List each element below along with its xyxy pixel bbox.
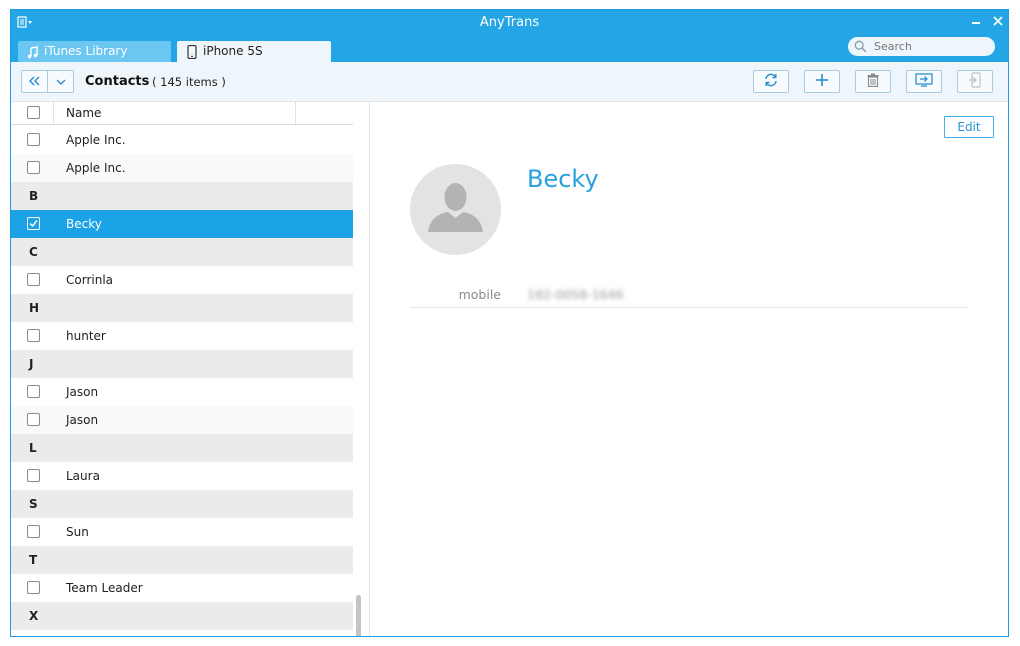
add-icon: [815, 73, 829, 90]
toolbar: Contacts ( 145 items ): [11, 62, 1008, 102]
section-header: T: [11, 546, 353, 574]
section-letter: X: [29, 609, 39, 623]
contact-name-label: Laura: [66, 469, 100, 483]
window-title: AnyTrans: [479, 15, 540, 30]
section-header: H: [11, 294, 353, 322]
tab-iphone-5s[interactable]: iPhone 5S: [177, 41, 331, 62]
section-header: B: [11, 182, 353, 210]
column-divider: [295, 102, 296, 124]
tab-itunes-library[interactable]: iTunes Library: [18, 41, 171, 62]
section-header: L: [11, 434, 353, 462]
app-window: AnyTrans iTunes Library iPhone 5S Search…: [10, 9, 1009, 637]
category-dropdown[interactable]: [48, 71, 74, 92]
search-icon: [854, 40, 867, 53]
section-header: S: [11, 490, 353, 518]
row-checkbox[interactable]: [27, 469, 40, 482]
section-letter: L: [29, 441, 37, 455]
contact-row[interactable]: Apple Inc.: [11, 154, 353, 182]
minimize-button[interactable]: [969, 14, 983, 28]
tab-label: iTunes Library: [44, 44, 128, 58]
contact-name-label: Apple Inc.: [66, 133, 126, 147]
checkmark-icon: [29, 220, 38, 228]
contact-name-label: Jason: [66, 385, 99, 399]
iphone-icon: [186, 44, 198, 60]
double-chevron-left-icon: [28, 75, 41, 89]
row-checkbox[interactable]: [27, 217, 40, 230]
column-header-name[interactable]: Name: [66, 106, 101, 120]
section-header: C: [11, 238, 353, 266]
edit-button[interactable]: Edit: [944, 116, 994, 138]
person-icon: [410, 183, 501, 255]
field-label-mobile: mobile: [458, 287, 501, 302]
section-header: X: [11, 602, 353, 630]
scrollbar-thumb[interactable]: [356, 595, 361, 636]
list-header: Name: [11, 102, 353, 125]
contact-name-label: Corrinla: [66, 273, 114, 287]
row-checkbox[interactable]: [27, 413, 40, 426]
delete-icon: [867, 73, 879, 90]
contact-row[interactable]: Laura: [11, 462, 353, 490]
row-checkbox[interactable]: [27, 161, 40, 174]
section-letter: S: [29, 497, 38, 511]
to-computer-icon: [915, 73, 933, 90]
contact-detail-pane: Edit Becky mobile 182-0058-1646: [371, 102, 1008, 636]
avatar: [410, 164, 501, 255]
contact-name-label: Becky: [66, 217, 102, 231]
back-button[interactable]: [22, 71, 48, 92]
nav-group: [21, 70, 74, 93]
row-checkbox[interactable]: [27, 133, 40, 146]
title-bar: AnyTrans iTunes Library iPhone 5S: [11, 10, 1008, 62]
select-all-checkbox[interactable]: [27, 106, 40, 119]
contact-row[interactable]: Jason: [11, 406, 353, 434]
refresh-icon: [763, 73, 779, 90]
contact-row[interactable]: Sun: [11, 518, 353, 546]
divider: [410, 307, 968, 308]
music-note-icon: [27, 45, 39, 59]
close-button[interactable]: [991, 14, 1005, 28]
contact-name-label: Team Leader: [66, 581, 143, 595]
item-count: ( 145 items ): [152, 75, 226, 89]
to-device-icon: [968, 72, 982, 91]
section-letter: J: [29, 357, 34, 371]
chevron-down-icon: [56, 75, 66, 89]
contact-row[interactable]: Jason: [11, 378, 353, 406]
contact-row[interactable]: hunter: [11, 322, 353, 350]
contact-row[interactable]: Corrinla: [11, 266, 353, 294]
contact-row[interactable]: Team Leader: [11, 574, 353, 602]
contact-row[interactable]: Apple Inc.: [11, 126, 353, 154]
section-header: J: [11, 350, 353, 378]
refresh-button[interactable]: [753, 70, 789, 93]
search-box[interactable]: [848, 37, 995, 56]
row-checkbox[interactable]: [27, 525, 40, 538]
to-computer-button[interactable]: [906, 70, 942, 93]
add-button[interactable]: [804, 70, 840, 93]
field-value-mobile: 182-0058-1646: [527, 287, 624, 302]
contact-name-label: Apple Inc.: [66, 161, 126, 175]
delete-button[interactable]: [855, 70, 891, 93]
row-checkbox[interactable]: [27, 329, 40, 342]
contact-name: Becky: [527, 165, 599, 193]
row-checkbox[interactable]: [27, 385, 40, 398]
contact-row[interactable]: Becky: [11, 210, 353, 238]
contact-rows: Apple Inc. Apple Inc. B Becky C Corrinla Hhunt…: [11, 126, 353, 630]
contact-name-label: Sun: [66, 525, 89, 539]
search-input[interactable]: [874, 38, 989, 55]
section-letter: C: [29, 245, 38, 259]
contact-name-label: Jason: [66, 413, 99, 427]
section-letter: T: [29, 553, 38, 567]
column-divider: [53, 102, 54, 124]
section-letter: B: [29, 189, 39, 203]
section-letter: H: [29, 301, 40, 315]
row-checkbox[interactable]: [27, 273, 40, 286]
row-checkbox[interactable]: [27, 581, 40, 594]
contact-name-label: hunter: [66, 329, 106, 343]
contact-list-pane: Name Apple Inc. Apple Inc. B Becky C Corrinla…: [11, 102, 370, 636]
tab-label: iPhone 5S: [203, 44, 263, 58]
section-title: Contacts: [85, 74, 150, 89]
to-device-button[interactable]: [957, 70, 993, 93]
